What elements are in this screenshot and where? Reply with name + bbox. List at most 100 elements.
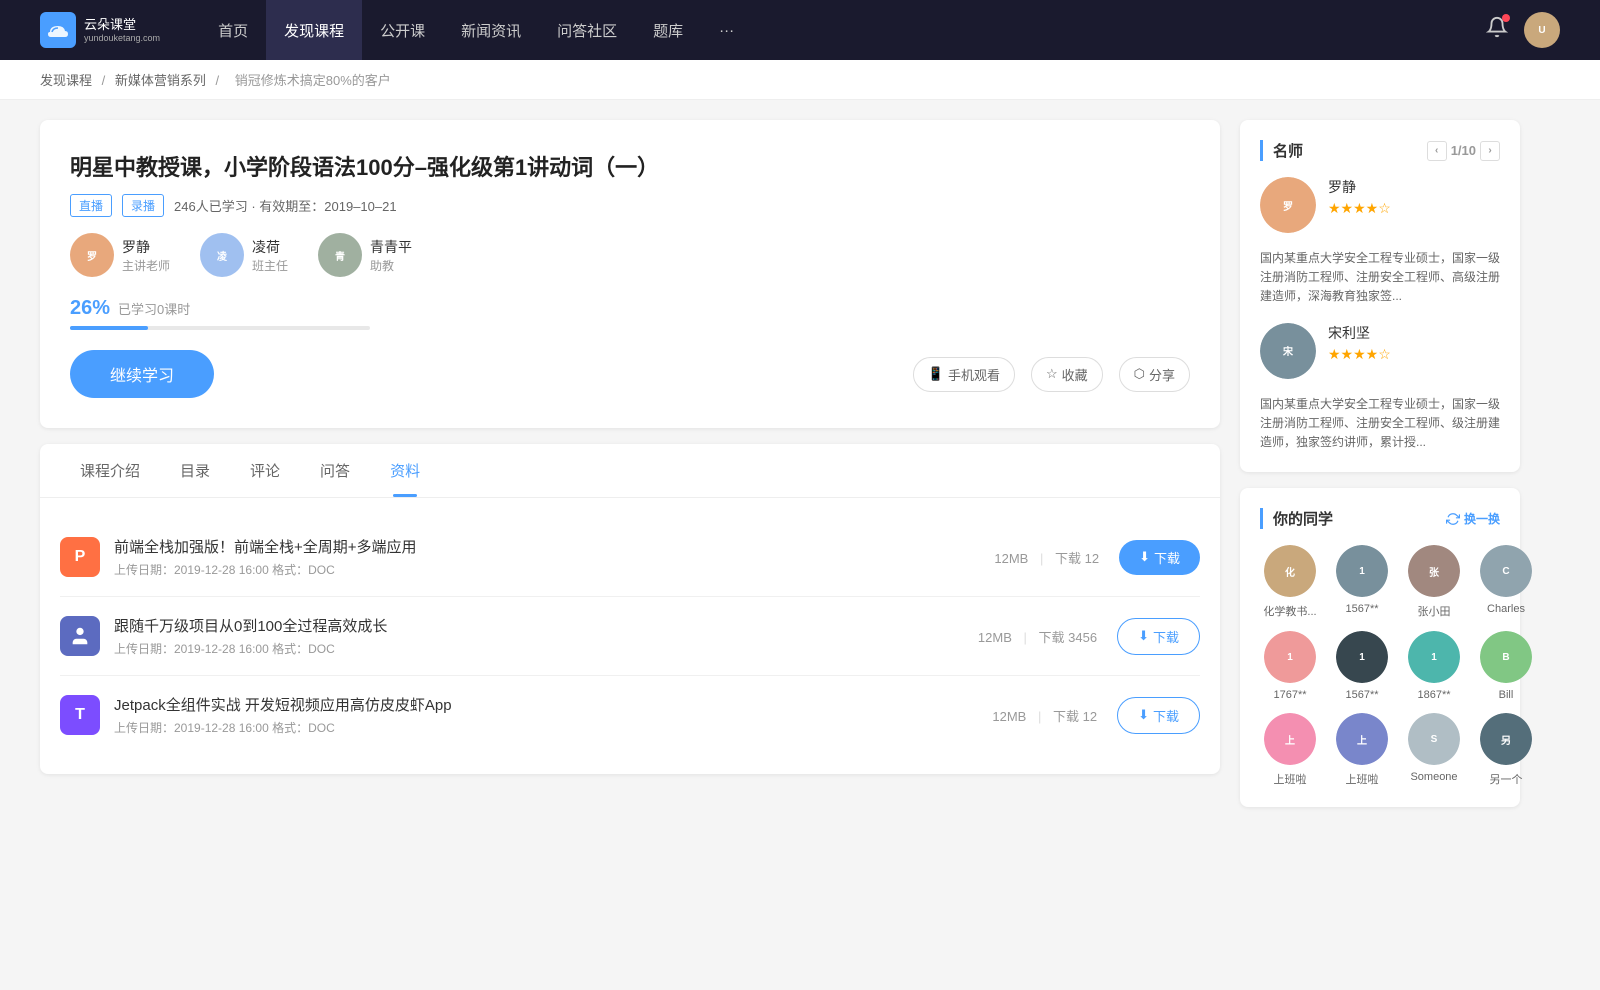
teacher-1-avatar: 罗 [70,233,114,277]
classmates-panel: 你的同学 换一换 化 化学教书... 1 1567** [1240,488,1520,807]
teacher-profile-name-2: 宋利坚 [1328,323,1391,343]
breadcrumb-discover[interactable]: 发现课程 [40,73,92,88]
teacher-profile-1: 罗 罗静 ★★★★☆ [1260,177,1500,233]
navbar: 云朵课堂 yundouketang.com 首页 发现课程 公开课 新闻资讯 问… [0,0,1600,60]
classmate-avatar-10: 上 [1336,713,1388,765]
teacher-1-role: 主讲老师 [122,257,170,274]
teachers-panel-header: 名师 ‹ 1/10 › [1260,140,1500,161]
nav-discover[interactable]: 发现课程 [266,0,362,60]
teacher-profile-2: 宋 宋利坚 ★★★★☆ [1260,323,1500,379]
mobile-watch-button[interactable]: 📱 手机观看 [913,357,1015,392]
tab-resource[interactable]: 资料 [370,444,440,497]
classmate-avatar-5: 1 [1264,631,1316,683]
resource-info-2: 跟随千万级项目从0到100全过程高效成长 上传日期：2019-12-28 16:… [114,615,978,657]
progress-bar-bg [70,326,370,330]
resource-item-2: 跟随千万级项目从0到100全过程高效成长 上传日期：2019-12-28 16:… [60,597,1200,676]
classmate-1: 化 化学教书... [1260,545,1320,619]
resource-name-3: Jetpack全组件实战 开发短视频应用高仿皮皮虾App [114,694,992,715]
classmate-name-2: 1567** [1332,603,1392,615]
course-actions: 继续学习 📱 手机观看 ☆ 收藏 ⬡ 分享 [70,350,1190,398]
classmate-8: B Bill [1476,631,1536,701]
teacher-2: 凌 凌荷 班主任 [200,233,288,277]
next-teacher-button[interactable]: › [1480,141,1500,161]
tab-qa[interactable]: 问答 [300,444,370,497]
teacher-1: 罗 罗静 主讲老师 [70,233,170,277]
action-buttons: 📱 手机观看 ☆ 收藏 ⬡ 分享 [913,357,1190,392]
download-icon-2: ⬇ [1138,628,1149,644]
notification-bell[interactable] [1486,16,1508,44]
tab-intro[interactable]: 课程介绍 [60,444,160,497]
teacher-page: 1/10 [1451,143,1476,158]
teacher-2-role: 班主任 [252,257,288,274]
tabs-content: P 前端全栈加强版！前端全栈+全周期+多端应用 上传日期：2019-12-28 … [40,498,1220,774]
teacher-2-avatar: 凌 [200,233,244,277]
resource-stats-3: 12MB | 下载 12 [992,706,1097,725]
resource-stats-1: 12MB | 下载 12 [994,548,1099,567]
progress-bar-fill [70,326,148,330]
resource-stats-2: 12MB | 下载 3456 [978,627,1097,646]
prev-teacher-button[interactable]: ‹ [1427,141,1447,161]
nav-quiz[interactable]: 题库 [635,0,701,60]
main-container: 明星中教授课，小学阶段语法100分–强化级第1讲动词（一） 直播 录播 246人… [0,100,1560,843]
logo-icon [40,12,76,48]
classmate-10: 上 上班啦 [1332,713,1392,787]
classmate-avatar-11: S [1408,713,1460,765]
nav-qa[interactable]: 问答社区 [539,0,635,60]
teacher-profile-avatar-1: 罗 [1260,177,1316,233]
nav-open[interactable]: 公开课 [362,0,443,60]
logo[interactable]: 云朵课堂 yundouketang.com [40,12,160,48]
nav-more[interactable]: ··· [701,0,752,60]
progress-desc: 已学习0课时 [118,299,190,318]
teacher-profile-name-1: 罗静 [1328,177,1391,197]
nav-news[interactable]: 新闻资讯 [443,0,539,60]
classmate-name-6: 1567** [1332,689,1392,701]
teacher-3-avatar: 青 [318,233,362,277]
classmate-avatar-2: 1 [1336,545,1388,597]
classmate-5: 1 1767** [1260,631,1320,701]
classmate-avatar-8: B [1480,631,1532,683]
user-avatar-nav[interactable]: U [1524,12,1560,48]
classmate-11: S Someone [1404,713,1464,787]
course-stats: 246人已学习 · 有效期至：2019–10–21 [174,196,397,215]
favorite-button[interactable]: ☆ 收藏 [1031,357,1103,392]
tab-catalog[interactable]: 目录 [160,444,230,497]
resource-meta-3: 上传日期：2019-12-28 16:00 格式：DOC [114,719,992,736]
teachers-panel: 名师 ‹ 1/10 › 罗 罗静 ★★★★☆ 国内某重点大学安全工程专业硕士，国… [1240,120,1520,472]
classmates-title: 你的同学 [1273,508,1333,529]
refresh-classmates-button[interactable]: 换一换 [1446,510,1500,527]
classmate-avatar-7: 1 [1408,631,1460,683]
classmate-avatar-1: 化 [1264,545,1316,597]
badge-record: 录播 [122,194,164,217]
teacher-3-name: 青青平 [370,237,412,257]
nav-home[interactable]: 首页 [200,0,266,60]
download-button-1[interactable]: ⬇ 下载 [1119,540,1200,575]
teacher-stars-1: ★★★★☆ [1328,200,1391,217]
share-button[interactable]: ⬡ 分享 [1119,357,1190,392]
classmate-avatar-9: 上 [1264,713,1316,765]
logo-text: 云朵课堂 [84,17,160,33]
classmate-name-7: 1867** [1404,689,1464,701]
classmate-name-11: Someone [1404,771,1464,783]
tab-review[interactable]: 评论 [230,444,300,497]
teacher-profile-desc-2: 国内某重点大学安全工程专业硕士，国家一级注册消防工程师、注册安全工程师、级注册建… [1260,395,1500,453]
teacher-stars-2: ★★★★☆ [1328,346,1391,363]
continue-learning-button[interactable]: 继续学习 [70,350,214,398]
classmate-avatar-3: 张 [1408,545,1460,597]
progress-section: 26% 已学习0课时 [70,297,1190,330]
classmate-avatar-6: 1 [1336,631,1388,683]
resource-info-1: 前端全栈加强版！前端全栈+全周期+多端应用 上传日期：2019-12-28 16… [114,536,994,578]
teacher-profile-desc-1: 国内某重点大学安全工程专业硕士，国家一级注册消防工程师、注册安全工程师、高级注册… [1260,249,1500,307]
resource-info-3: Jetpack全组件实战 开发短视频应用高仿皮皮虾App 上传日期：2019-1… [114,694,992,736]
teachers-pagination: ‹ 1/10 › [1427,141,1500,161]
breadcrumb-series[interactable]: 新媒体营销系列 [115,73,206,88]
download-button-3[interactable]: ⬇ 下载 [1117,697,1200,734]
share-icon: ⬡ [1134,366,1145,382]
classmate-4: C Charles [1476,545,1536,619]
download-button-2[interactable]: ⬇ 下载 [1117,618,1200,655]
classmate-name-3: 张小田 [1404,603,1464,619]
classmate-3: 张 张小田 [1404,545,1464,619]
course-meta: 直播 录播 246人已学习 · 有效期至：2019–10–21 [70,194,1190,217]
share-label: 分享 [1149,365,1175,384]
logo-sub: yundouketang.com [84,33,160,43]
classmate-12: 另 另一个 [1476,713,1536,787]
